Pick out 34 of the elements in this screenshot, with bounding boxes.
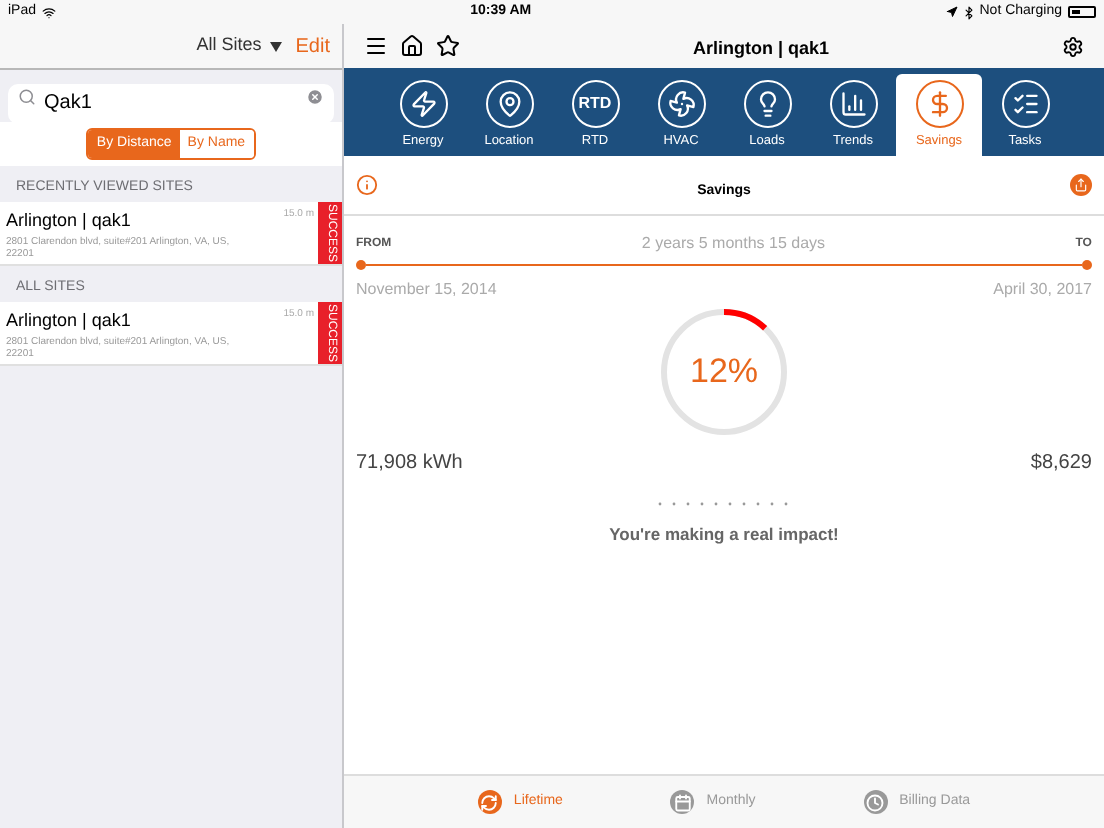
search-field[interactable]: Qak1: [8, 83, 334, 123]
home-icon[interactable]: [400, 34, 424, 58]
caret-icon: [269, 41, 282, 51]
energy-savings: 71,908 kWh: [356, 450, 463, 478]
to-date: April 30, 2017: [993, 278, 1092, 302]
savings-percent: 12%: [689, 350, 759, 395]
info-icon[interactable]: [356, 174, 378, 196]
settings-icon[interactable]: [1062, 35, 1084, 57]
rtd-icon-text: RTD: [578, 92, 612, 116]
menu-icon[interactable]: [364, 34, 388, 58]
clock-icon: [863, 790, 888, 814]
site-name: Arlington | qak1: [6, 208, 133, 234]
checklist-icon: [1011, 90, 1039, 118]
site-filter-dropdown[interactable]: All Sites: [196, 32, 282, 60]
fan-icon: [667, 90, 695, 118]
savings-gauge: [656, 304, 792, 440]
calendar-icon: [670, 790, 695, 814]
impact-message: You're making a real impact!: [609, 522, 839, 548]
site-title: Arlington | qak1: [692, 38, 830, 58]
cycle-icon: [477, 790, 502, 814]
search-icon: [18, 87, 36, 105]
location-pin-icon: [495, 90, 523, 118]
site-name: Arlington | qak1: [6, 308, 133, 334]
duration-text: 2 years 5 months 15 days: [641, 232, 826, 256]
money-savings: $8,629: [1030, 450, 1092, 478]
wifi-icon: [42, 5, 57, 19]
share-icon[interactable]: [1070, 174, 1092, 196]
star-icon[interactable]: [436, 34, 460, 58]
battery-icon: [1068, 6, 1096, 18]
location-arrow-icon: [945, 6, 958, 18]
lightning-icon: [409, 90, 437, 118]
bluetooth-icon: [961, 5, 976, 19]
bar-chart-icon: [839, 90, 867, 118]
from-date: November 15, 2014: [356, 278, 497, 302]
